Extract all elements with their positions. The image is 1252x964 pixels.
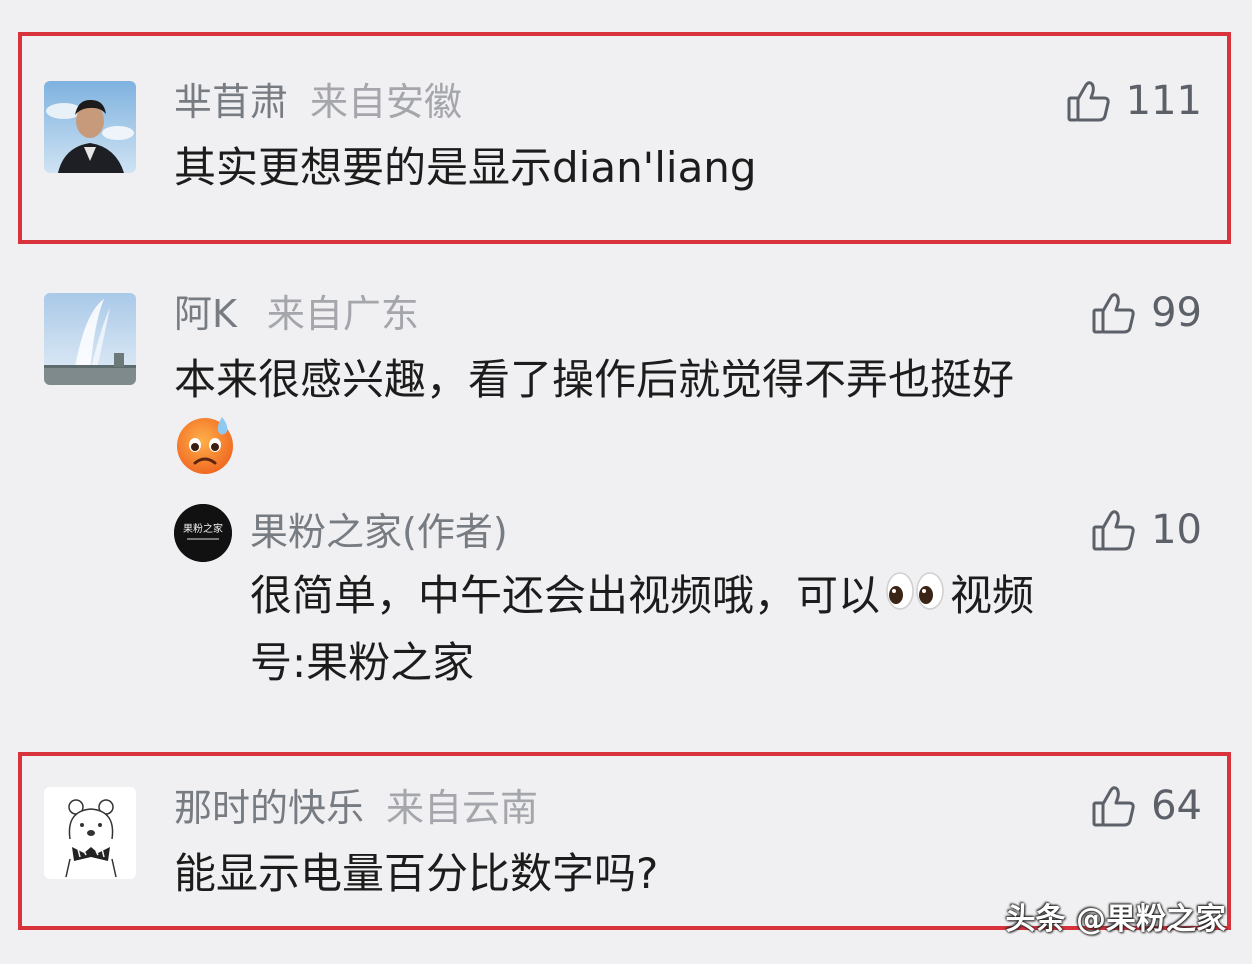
avatar[interactable]: [44, 787, 136, 879]
username-label[interactable]: 芈苜肃: [174, 80, 288, 124]
comment-username[interactable]: 阿K 来自广东: [174, 292, 419, 336]
like-button[interactable]: 99: [1091, 288, 1202, 338]
worried-face-emoji: [174, 413, 236, 479]
username-label[interactable]: 那时的快乐: [174, 786, 364, 830]
comment-username[interactable]: 那时的快乐 来自云南: [174, 786, 538, 830]
like-count: 99: [1151, 290, 1202, 336]
reply-text: 很简单，中午还会出视频哦，可以 视频: [250, 563, 1034, 632]
comment-text: 其实更想要的是显示dian'liang: [174, 143, 757, 192]
comment-username[interactable]: 芈苜肃 来自安徽: [174, 80, 462, 124]
reply-text-part: 很简单，中午还会出视频哦，可以: [250, 571, 881, 620]
like-button[interactable]: 64: [1091, 781, 1202, 831]
thumbs-up-icon: [1066, 78, 1112, 124]
thumbs-up-icon: [1091, 783, 1137, 829]
avatar[interactable]: [44, 81, 136, 173]
avatar[interactable]: [44, 293, 136, 385]
like-count: 64: [1151, 783, 1202, 829]
like-count: 10: [1151, 507, 1202, 553]
watermark: 头条 @果粉之家: [1005, 902, 1226, 937]
reply-text-part: 视频: [950, 571, 1035, 620]
location-label: 来自安徽: [310, 80, 463, 124]
thumbs-up-icon: [1091, 507, 1137, 553]
thumbs-up-icon: [1091, 290, 1137, 336]
reply-text-line2: 号:果粉之家: [250, 638, 475, 687]
location-label: 来自云南: [386, 786, 539, 830]
like-button[interactable]: 111: [1066, 76, 1202, 126]
username-label[interactable]: 阿K: [174, 292, 237, 336]
comment-text: 能显示电量百分比数字吗?: [174, 849, 659, 898]
comment-text: 本来很感兴趣，看了操作后就觉得不弄也挺好: [174, 355, 1015, 404]
like-button[interactable]: 10: [1091, 505, 1202, 555]
svg-text:果粉之家: 果粉之家: [183, 522, 223, 535]
author-avatar[interactable]: 果粉之家: [174, 504, 232, 562]
reply-username[interactable]: 果粉之家(作者): [250, 510, 508, 554]
location-label: 来自广东: [266, 292, 419, 336]
eyes-emoji: [884, 566, 946, 632]
like-count: 111: [1125, 78, 1202, 124]
